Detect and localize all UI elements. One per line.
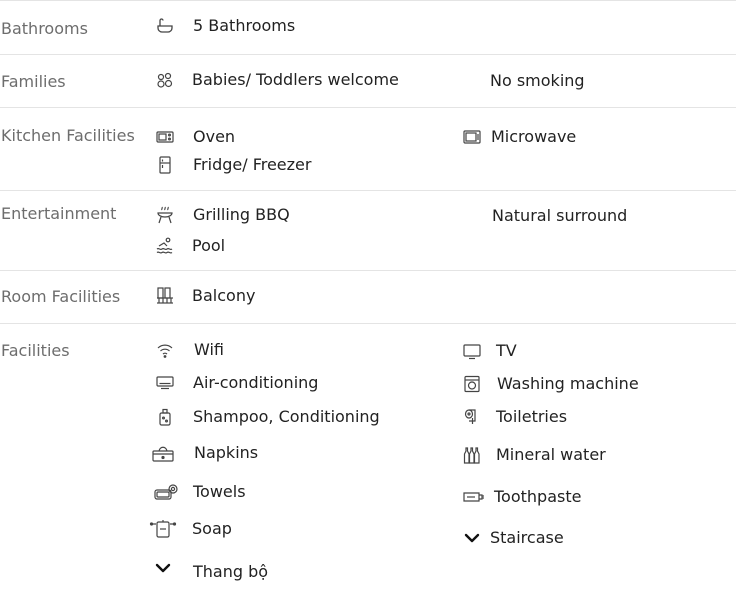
baby-icon <box>155 70 175 90</box>
section-families: Families Babies/ Toddlers welcome No smo… <box>0 54 736 108</box>
amenity-washing-machine: Washing machine <box>462 372 682 396</box>
amenity-bbq: Grilling BBQ <box>155 203 355 227</box>
amenity-label: Grilling BBQ <box>193 205 290 224</box>
amenity-label: Oven <box>193 127 236 146</box>
amenity-label: Toiletries <box>496 407 568 426</box>
amenity-label: Toothpaste <box>494 487 582 506</box>
amenity-label: Pool <box>192 236 226 255</box>
amenity-fridge: Fridge/ Freezer <box>155 153 355 177</box>
tv-icon <box>462 341 482 361</box>
wifi-icon <box>155 340 175 360</box>
section-label: Entertainment <box>1 204 117 223</box>
amenity-label: TV <box>496 341 517 360</box>
amenity-label: Microwave <box>491 127 577 146</box>
section-entertainment: Entertainment Grilling BBQ Natural surro… <box>0 190 736 271</box>
section-label: Room Facilities <box>1 287 121 306</box>
section-bathrooms: Bathrooms 5 Bathrooms <box>0 0 736 55</box>
amenity-mineral-water: Mineral water <box>462 443 662 467</box>
soap-dispenser-icon <box>149 519 177 539</box>
fridge-icon <box>155 155 175 175</box>
balcony-icon <box>155 286 175 306</box>
section-room-facilities: Room Facilities Balcony <box>0 270 736 324</box>
amenity-pool: Pool <box>155 234 355 258</box>
amenity-label: Balcony <box>192 286 256 305</box>
amenity-toothpaste: Toothpaste <box>462 485 662 509</box>
section-label: Families <box>1 72 66 91</box>
amenity-label: Fridge/ Freezer <box>193 155 312 174</box>
amenity-label: Wifi <box>194 340 224 359</box>
amenity-label: Natural surround <box>492 206 628 225</box>
amenity-label: Air-conditioning <box>193 373 319 392</box>
amenity-label: Soap <box>192 519 232 538</box>
amenity-label: Babies/ Toddlers welcome <box>192 70 399 89</box>
amenity-thang-bo: Thang bộ <box>153 560 353 584</box>
amenity-oven: Oven <box>155 125 355 149</box>
section-facilities: Facilities Wifi TV Air-conditioning Wash… <box>0 323 736 611</box>
pool-icon <box>155 236 175 256</box>
toilet-paper-icon <box>462 407 482 427</box>
napkin-icon <box>151 443 175 463</box>
amenity-natural-surround: Natural surround <box>492 204 692 228</box>
amenity-label: Washing machine <box>497 374 639 393</box>
amenity-label: 5 Bathrooms <box>193 16 296 35</box>
grill-icon <box>155 205 175 225</box>
section-kitchen: Kitchen Facilities Oven Microwave Fridge… <box>0 107 736 191</box>
amenity-towels: Towels <box>153 480 353 504</box>
amenity-babies: Babies/ Toddlers welcome <box>155 68 455 92</box>
amenity-microwave: Microwave <box>462 125 662 149</box>
amenity-label: Towels <box>193 482 246 501</box>
amenity-label: Napkins <box>194 443 259 462</box>
air-conditioner-icon <box>155 373 175 393</box>
amenity-napkins: Napkins <box>151 441 351 465</box>
amenity-label: Shampoo, Conditioning <box>193 407 380 426</box>
section-label: Bathrooms <box>1 19 88 38</box>
section-label: Kitchen Facilities <box>1 126 135 145</box>
water-bottles-icon <box>462 445 482 465</box>
amenity-label: Thang bộ <box>193 562 269 581</box>
amenity-label: Staircase <box>490 528 564 547</box>
amenity-label: Mineral water <box>496 445 606 464</box>
amenity-label: No smoking <box>490 71 585 90</box>
oven-icon <box>155 127 175 147</box>
amenity-air-conditioning: Air-conditioning <box>155 371 375 395</box>
amenity-tv: TV <box>462 339 662 363</box>
amenity-no-smoking: No smoking <box>490 69 690 93</box>
amenity-soap: Soap <box>149 517 349 541</box>
amenity-staircase: Staircase <box>462 526 662 550</box>
amenity-shampoo: Shampoo, Conditioning <box>155 405 415 429</box>
amenity-balcony: Balcony <box>155 284 355 308</box>
toothpaste-icon <box>462 487 486 507</box>
amenity-bathrooms: 5 Bathrooms <box>155 14 355 38</box>
amenity-wifi: Wifi <box>155 338 355 362</box>
chevron-down-icon <box>462 528 482 548</box>
towel-icon <box>153 482 179 502</box>
section-label: Facilities <box>1 341 70 360</box>
amenity-toiletries: Toiletries <box>462 405 662 429</box>
chevron-down-icon <box>153 558 173 578</box>
microwave-icon <box>462 127 482 147</box>
shampoo-icon <box>155 407 175 427</box>
washing-machine-icon <box>462 374 482 394</box>
bathtub-icon <box>155 16 175 36</box>
